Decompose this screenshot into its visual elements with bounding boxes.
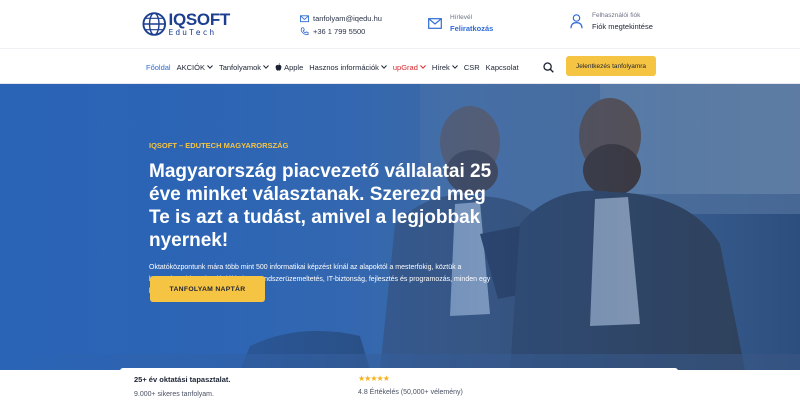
apple-icon	[275, 63, 282, 71]
nav-label: Apple	[284, 62, 304, 72]
stats-strip: 25+ év oktatási tapasztalat. 9.000+ sike…	[120, 368, 678, 400]
nav-label: Kapcsolat	[485, 62, 519, 72]
nav-item-hirek[interactable]: Hírek	[432, 63, 458, 72]
rating-text: 4.8 Értékelés (50,000+ vélemény)	[358, 389, 463, 396]
nav-item-tanfolyamok[interactable]: Tanfolyamok	[219, 63, 269, 72]
chevron-down-icon	[207, 65, 213, 69]
newsletter-label: Hírlevél	[450, 14, 473, 21]
user-icon	[570, 14, 583, 29]
nav-item-csr[interactable]: CSR	[464, 63, 480, 72]
nav-item-upgrad[interactable]: upGrad	[393, 63, 426, 72]
brand-name: IQSOFT	[168, 10, 231, 29]
nav-item-kapcsolat[interactable]: Kapcsolat	[486, 63, 519, 72]
chevron-down-icon	[451, 65, 458, 69]
chevron-down-icon	[380, 65, 387, 69]
phone-icon	[300, 27, 309, 36]
main-navigation: Főoldal AKCIÓK Tanfolyamok Apple Hasznos…	[0, 48, 800, 84]
contact-email-text: tanfolyam@iqedu.hu	[313, 14, 382, 23]
brand-logo[interactable]: IQSOFT EduTech	[142, 10, 230, 38]
nav-item-fooldal[interactable]: Főoldal	[146, 63, 171, 72]
stats-experience-block: 25+ év oktatási tapasztalat. 9.000+ sike…	[134, 375, 231, 398]
chevron-down-icon	[263, 65, 269, 69]
chevron-down-icon	[420, 65, 426, 69]
contact-block: tanfolyam@iqedu.hu +36 1 799 5500	[300, 12, 382, 38]
nav-label: AKCIÓK	[176, 62, 205, 72]
nav-item-hasznos-informaciok[interactable]: Hasznos információk	[309, 63, 387, 72]
nav-menu: Főoldal AKCIÓK Tanfolyamok Apple Hasznos…	[146, 49, 525, 85]
courses-text: 9.000+ sikeres tanfolyam.	[134, 391, 214, 398]
search-icon[interactable]	[543, 62, 554, 73]
globe-logo-icon	[142, 12, 167, 36]
nav-label: CSR	[463, 62, 480, 72]
nav-item-akciok[interactable]: AKCIÓK	[177, 63, 213, 72]
nav-label: Főoldal	[146, 62, 171, 72]
newsletter-subscribe-link[interactable]: Feliratkozás	[450, 24, 493, 33]
hero-banner: IQSOFT – EDUTECH MAGYARORSZÁG Magyarorsz…	[0, 84, 800, 370]
hero-headline: Magyarország piacvezető vállalatai 25 év…	[149, 161, 492, 251]
mail-icon	[428, 18, 442, 29]
envelope-icon	[300, 15, 309, 23]
stats-rating-block: ★★★★★ 4.8 Értékelés (50,000+ vélemény)	[358, 374, 463, 396]
nav-label: Hasznos információk	[309, 62, 379, 72]
rating-stars-icon: ★★★★★	[358, 374, 390, 383]
contact-phone-text: +36 1 799 5500	[313, 27, 366, 36]
hero-content: IQSOFT – EDUTECH MAGYARORSZÁG Magyarorsz…	[149, 141, 509, 298]
nav-label: Tanfolyamok	[218, 62, 262, 72]
enroll-course-button[interactable]: Jelentkezés tanfolyamra	[566, 56, 656, 76]
account-view-link[interactable]: Fiók megtekintése	[592, 22, 653, 31]
experience-text: 25+ év oktatási tapasztalat.	[134, 375, 231, 384]
course-calendar-button[interactable]: TANFOLYAM NAPTÁR	[150, 276, 265, 302]
contact-email[interactable]: tanfolyam@iqedu.hu	[300, 12, 382, 25]
nav-label: upGrad	[392, 62, 418, 72]
newsletter-block[interactable]: Hírlevél Feliratkozás	[428, 14, 493, 33]
hero-eyebrow: IQSOFT – EDUTECH MAGYARORSZÁG	[149, 141, 289, 150]
nav-label: Hírek	[431, 62, 450, 72]
nav-item-apple[interactable]: Apple	[275, 63, 303, 72]
contact-phone[interactable]: +36 1 799 5500	[300, 25, 382, 38]
brand-tagline: EduTech	[168, 28, 217, 37]
top-header: IQSOFT EduTech tanfolyam@iqedu.hu +36 1 …	[0, 0, 800, 48]
account-block[interactable]: Felhasználói fiók Fiók megtekintése	[570, 12, 653, 31]
account-label: Felhasználói fiók	[592, 12, 641, 19]
